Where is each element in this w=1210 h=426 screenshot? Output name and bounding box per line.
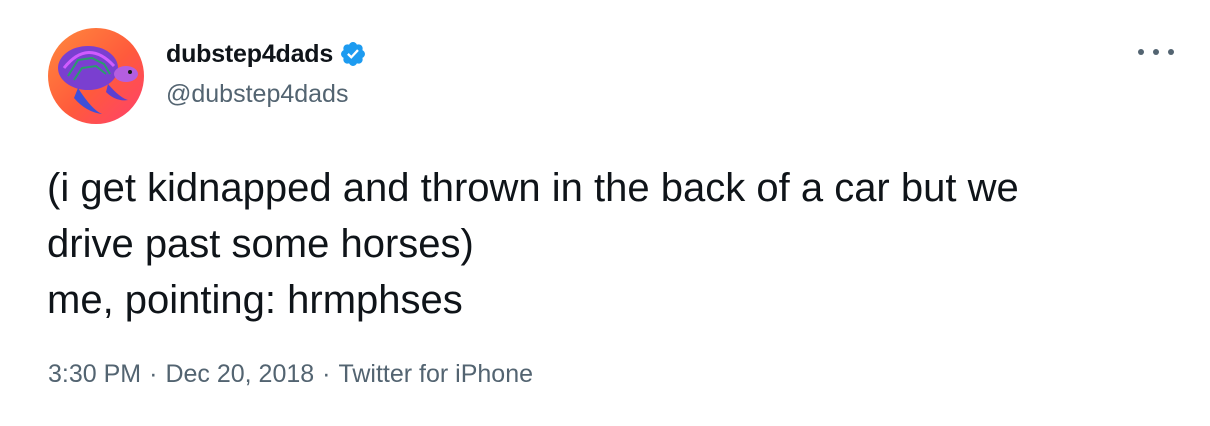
tweet-card: dubstep4dads @dubstep4dads (i get kidnap…: [0, 0, 1210, 426]
verified-badge-icon: [339, 40, 367, 68]
more-dot: [1168, 49, 1174, 55]
author-name-row: dubstep4dads: [166, 36, 367, 72]
separator: ·: [149, 360, 158, 388]
more-dot: [1138, 49, 1144, 55]
tweet-time[interactable]: 3:30 PM: [48, 360, 141, 389]
tweet-date[interactable]: Dec 20, 2018: [165, 360, 314, 389]
author-handle[interactable]: @dubstep4dads: [166, 80, 348, 109]
tweet-metadata: 3:30 PM · Dec 20, 2018 · Twitter for iPh…: [48, 360, 533, 389]
tweet-text: (i get kidnapped and thrown in the back …: [47, 166, 1019, 322]
display-name[interactable]: dubstep4dads: [166, 40, 333, 69]
turtle-avatar-icon: [48, 28, 144, 124]
more-dot: [1153, 49, 1159, 55]
separator: ·: [322, 360, 331, 388]
tweet-source[interactable]: Twitter for iPhone: [338, 360, 533, 389]
more-icon[interactable]: [1138, 40, 1174, 64]
avatar[interactable]: [48, 28, 144, 124]
